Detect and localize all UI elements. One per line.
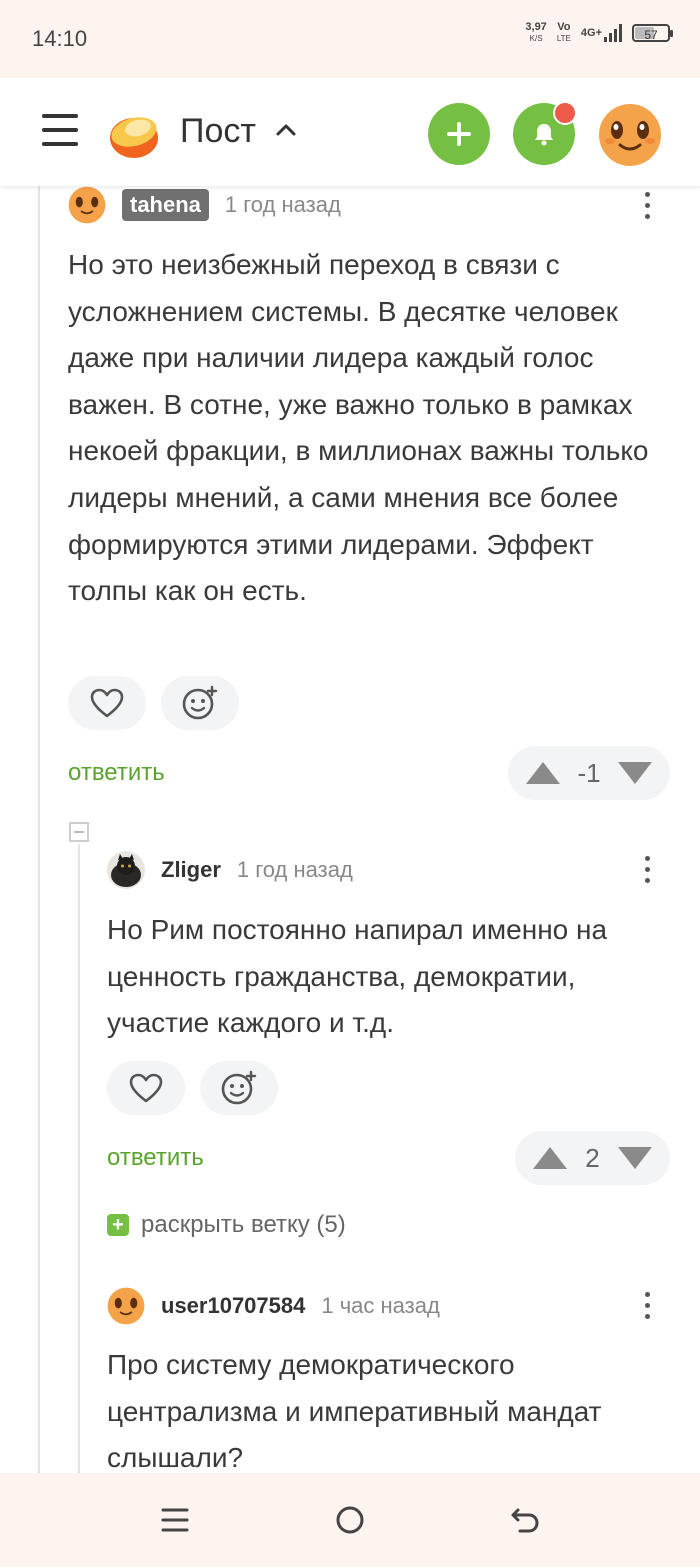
smiley-plus-icon xyxy=(221,1070,257,1105)
comment-time[interactable]: 1 год назад xyxy=(225,192,341,218)
add-reaction-button[interactable] xyxy=(200,1061,278,1115)
home-icon[interactable] xyxy=(333,1503,367,1537)
plus-square-icon: + xyxy=(107,1214,129,1236)
user-avatar[interactable] xyxy=(598,103,662,167)
comment-text: Но это неизбежный переход в связи с усло… xyxy=(68,249,649,607)
rating-value: 2 xyxy=(585,1142,600,1173)
reply-button[interactable]: ответить xyxy=(107,1144,204,1172)
like-button[interactable] xyxy=(107,1061,185,1115)
upvote-icon[interactable] xyxy=(533,1147,567,1169)
bell-icon xyxy=(535,124,553,146)
rating-control: -1 xyxy=(508,746,670,800)
back-icon[interactable] xyxy=(508,1503,542,1537)
comment-text: Но Рим постоянно напирал именно на ценно… xyxy=(107,914,608,1039)
signal-icon xyxy=(604,24,622,42)
status-time: 14:10 xyxy=(32,26,88,51)
comments-feed[interactable]: tahena 1 год назад Но это неизбежный пер… xyxy=(0,186,700,1473)
comment-time[interactable]: 1 год назад xyxy=(237,857,353,883)
comment-header: tahena 1 год назад xyxy=(68,186,341,224)
add-post-button[interactable] xyxy=(428,103,490,165)
smiley-plus-icon xyxy=(182,685,218,720)
expand-thread-label: раскрыть ветку (5) xyxy=(141,1211,346,1238)
more-options-icon[interactable] xyxy=(645,192,651,225)
author-name[interactable]: tahena xyxy=(122,189,209,221)
network-indicator: 4G+ xyxy=(581,24,622,42)
battery-icon: 57 xyxy=(632,24,673,42)
thread-line xyxy=(38,186,40,1473)
volte-indicator: Vo LTE xyxy=(556,21,571,44)
thread-line-nested xyxy=(78,844,80,1473)
upvote-icon[interactable] xyxy=(526,762,560,784)
downvote-icon[interactable] xyxy=(618,762,652,784)
comment-header: Zliger 1 год назад xyxy=(107,851,353,889)
system-nav-bar xyxy=(0,1473,700,1567)
collapse-thread-button[interactable] xyxy=(69,822,89,842)
comment-time[interactable]: 1 час назад xyxy=(321,1293,439,1319)
app-header: Пост xyxy=(0,78,700,186)
status-indicators: 3,97 K/S Vo LTE 4G+ 57 xyxy=(525,21,673,44)
pikabu-logo-icon[interactable] xyxy=(108,108,162,160)
reply-button[interactable]: ответить xyxy=(68,759,165,787)
expand-thread-button[interactable]: + раскрыть ветку (5) xyxy=(107,1211,346,1239)
rating-control: 2 xyxy=(515,1131,670,1185)
chevron-up-icon[interactable] xyxy=(274,118,298,142)
author-avatar[interactable] xyxy=(107,851,145,889)
plus-icon xyxy=(447,122,471,146)
heart-icon xyxy=(90,688,124,718)
comment-text: Про систему демократического централизма… xyxy=(107,1349,602,1473)
hamburger-menu-button[interactable] xyxy=(42,114,78,150)
menu-icon[interactable] xyxy=(158,1503,192,1537)
downvote-icon[interactable] xyxy=(618,1147,652,1169)
status-bar: 14:10 3,97 K/S Vo LTE 4G+ 57 xyxy=(0,0,700,78)
rating-value: -1 xyxy=(577,757,601,788)
heart-icon xyxy=(129,1073,163,1103)
author-avatar[interactable] xyxy=(68,186,106,224)
author-name[interactable]: user10707584 xyxy=(161,1293,305,1319)
author-avatar[interactable] xyxy=(107,1287,145,1325)
more-options-icon[interactable] xyxy=(645,1292,651,1325)
like-button[interactable] xyxy=(68,676,146,730)
net-speed: 3,97 K/S xyxy=(525,21,547,44)
author-name[interactable]: Zliger xyxy=(161,857,221,883)
more-options-icon[interactable] xyxy=(645,856,651,889)
page-title[interactable]: Пост xyxy=(180,112,256,151)
add-reaction-button[interactable] xyxy=(161,676,239,730)
notification-dot xyxy=(553,101,577,125)
notifications-button[interactable] xyxy=(513,101,577,165)
comment-header: user10707584 1 час назад xyxy=(107,1287,440,1325)
